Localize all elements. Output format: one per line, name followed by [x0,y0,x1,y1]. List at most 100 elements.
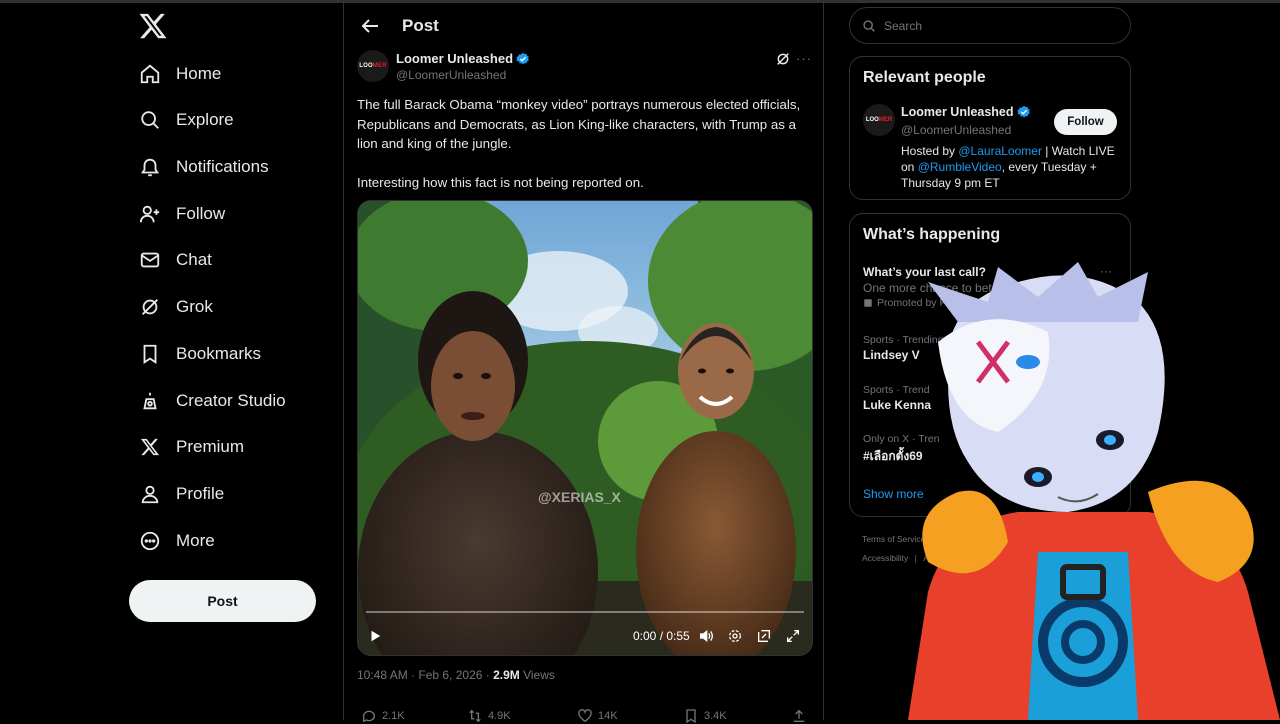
volume-button[interactable] [698,627,714,645]
views-count: 2.9M [493,668,520,682]
share-button[interactable] [791,708,807,724]
repost-count: 4.9K [488,710,511,722]
sidebar-item-profile[interactable]: Profile [138,471,224,517]
avatar[interactable]: LOO MER [863,104,895,136]
tweet-paragraph: The full Barack Obama “monkey video” por… [357,97,801,151]
search-input[interactable] [882,17,1116,34]
like-count: 14K [598,710,618,722]
avatar-text: LOO [359,63,373,69]
author-handle: @LoomerUnleashed [396,68,507,82]
person-name[interactable]: Loomer Unleashed [901,105,1031,119]
sidebar-item-label: Follow [176,204,226,223]
bookmark-icon [686,709,696,724]
bio-link[interactable]: @LauraLoomer [958,144,1042,158]
follow-button[interactable]: Follow [1054,109,1117,135]
sidebar-item-premium[interactable]: Premium [138,424,244,470]
pip-button[interactable] [756,627,772,645]
reply-button[interactable]: 2.1K [361,708,405,724]
search-box[interactable] [849,7,1131,44]
video-player[interactable]: @XERIAS_X 0:00 / 0:55 [357,200,813,656]
tweet-actions: 2.1K 4.9K 14K 3.4K [357,702,811,724]
like-button[interactable]: 14K [577,708,618,724]
sidebar-item-label: Chat [176,250,212,269]
timestamp[interactable]: 10:48 AM · Feb 6, 2026 · [357,668,493,682]
avatar-text: MER [372,63,387,69]
video-progress-bar[interactable] [366,611,804,613]
play-icon [371,630,381,642]
back-arrow-icon[interactable] [358,14,382,38]
mail-icon [138,248,162,272]
relevant-people-card: Relevant people LOO MER Loomer Unleashed … [849,56,1131,200]
sidebar-item-label: More [176,531,215,550]
sidebar-item-label: Creator Studio [176,391,286,410]
card-title: What’s happening [863,226,1001,243]
creator-icon [138,389,162,413]
sidebar-item-chat[interactable]: Chat [138,237,212,283]
bookmark-icon [138,342,162,366]
divider [823,0,824,720]
person-bio: Hosted by @LauraLoomer | Watch LIVE on @… [901,143,1116,191]
video-watermark: @XERIAS_X [538,489,621,505]
video-frame [358,201,812,655]
x-logo-icon [138,435,162,459]
tweet-meta: 10:48 AM · Feb 6, 2026 · 2.9M Views [357,668,555,682]
person-name-text: Loomer Unleashed [901,105,1014,119]
fullscreen-button[interactable] [785,627,801,645]
post-button[interactable]: Post [129,580,316,622]
volume-icon [700,629,713,643]
bell-icon [138,155,162,179]
sidebar-item-label: Premium [176,437,245,456]
home-icon [138,62,162,86]
sidebar-item-more[interactable]: More [138,518,215,564]
sidebar-item-explore[interactable]: Explore [138,97,234,143]
sidebar-item-bookmarks[interactable]: Bookmarks [138,331,261,377]
avatar[interactable]: LOO MER [357,50,389,82]
sidebar-item-label: Notifications [176,157,269,176]
settings-button[interactable] [727,627,743,645]
repost-icon [469,709,481,723]
vtuber-avatar-overlay [908,262,1280,720]
avatar-text: MER [878,117,893,123]
promoted-icon [864,299,872,307]
bookmark-button[interactable]: 3.4K [683,708,727,724]
gear-icon [729,630,741,642]
grok-icon[interactable] [775,51,791,67]
sidebar-item-label: Grok [176,297,213,316]
bio-text: Hosted by [901,144,959,158]
sidebar-item-follow[interactable]: Follow [138,191,225,237]
person-handle: @LoomerUnleashed [901,123,1012,137]
bookmark-count: 3.4K [704,710,727,722]
sidebar-item-label: Home [176,64,222,83]
play-button[interactable] [368,627,382,645]
search-icon [863,19,875,32]
more-circle-icon [138,529,162,553]
sidebar-item-grok[interactable]: Grok [138,284,213,330]
x-logo-icon[interactable] [138,11,168,41]
sidebar-item-home[interactable]: Home [138,51,221,97]
more-options-icon[interactable]: ··· [796,51,812,67]
grok-icon [138,295,162,319]
tweet-author[interactable]: Loomer Unleashed @LoomerUnleashed [396,51,530,82]
verified-badge-icon [1016,105,1030,118]
reply-icon [362,710,375,723]
sidebar-item-creator-studio[interactable]: Creator Studio [138,378,286,424]
tweet-paragraph: Interesting how this fact is not being r… [357,174,644,190]
video-time: 0:00 / 0:55 [633,629,690,643]
sidebar-item-label: Explore [176,110,234,129]
fullscreen-icon [787,630,799,642]
page-title: Post [402,16,439,35]
tweet-text: The full Barack Obama “monkey video” por… [357,95,817,192]
repost-button[interactable]: 4.9K [467,708,511,724]
sidebar-item-label: Bookmarks [176,344,262,363]
views-label: Views [519,668,555,682]
bio-link[interactable]: @RumbleVideo [918,160,1002,174]
person-icon [138,482,162,506]
heart-icon [578,709,592,723]
avatar-text: LOO [865,117,879,123]
reply-count: 2.1K [382,710,405,722]
sidebar-nav: Home Explore Notifications Follow Chat G… [128,0,343,720]
sidebar-item-notifications[interactable]: Notifications [138,144,269,190]
share-icon [793,709,805,722]
card-title: Relevant people [863,69,986,86]
add-person-icon [138,202,162,226]
